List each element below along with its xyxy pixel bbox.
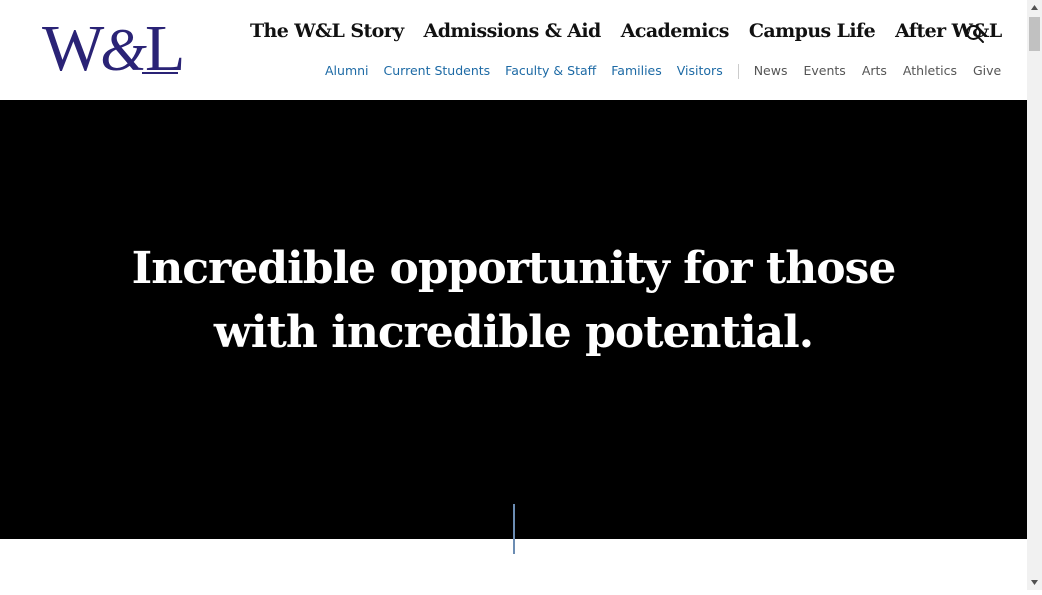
logo-underline <box>142 72 178 74</box>
secondary-nav: Alumni Current Students Faculty & Staff … <box>325 62 1001 80</box>
nav-academics[interactable]: Academics <box>621 17 730 45</box>
nav-families[interactable]: Families <box>611 62 662 80</box>
audience-nav: Alumni Current Students Faculty & Staff … <box>325 62 723 80</box>
logo-w: W <box>42 12 104 85</box>
nav-visitors[interactable]: Visitors <box>677 62 723 80</box>
nav-admissions-aid[interactable]: Admissions & Aid <box>424 17 602 45</box>
nav-give[interactable]: Give <box>973 62 1001 80</box>
nav-current-students[interactable]: Current Students <box>384 62 491 80</box>
nav-divider <box>737 63 739 79</box>
scrollbar[interactable] <box>1027 0 1042 590</box>
search-icon <box>966 25 984 43</box>
nav-news[interactable]: News <box>754 62 788 80</box>
scroll-down-button[interactable] <box>1027 575 1042 590</box>
logo-ampersand: & <box>100 17 147 83</box>
nav-campus-life[interactable]: Campus Life <box>749 17 876 45</box>
logo-l: L <box>144 12 185 85</box>
nav-arts[interactable]: Arts <box>862 62 887 80</box>
scroll-indicator-line <box>513 504 515 554</box>
site-header: W&L The W&L Story Admissions & Aid Acade… <box>0 0 1027 100</box>
nav-faculty-staff[interactable]: Faculty & Staff <box>505 62 596 80</box>
hero-line-1: Incredible opportunity for those <box>131 243 897 294</box>
primary-nav: The W&L Story Admissions & Aid Academics… <box>250 17 1022 45</box>
triangle-down-icon <box>1031 580 1038 585</box>
hero-heading: Incredible opportunity for those with in… <box>0 237 1027 365</box>
nav-the-wl-story[interactable]: The W&L Story <box>250 17 404 45</box>
scrollbar-thumb[interactable] <box>1029 17 1040 51</box>
utility-nav: News Events Arts Athletics Give <box>754 62 1002 80</box>
nav-athletics[interactable]: Athletics <box>903 62 957 80</box>
triangle-up-icon <box>1031 5 1038 10</box>
hero-line-2: with incredible potential. <box>213 307 814 358</box>
search-button[interactable] <box>963 22 987 46</box>
nav-events[interactable]: Events <box>803 62 845 80</box>
scroll-up-button[interactable] <box>1027 0 1042 15</box>
nav-alumni[interactable]: Alumni <box>325 62 369 80</box>
wl-logo[interactable]: W&L <box>42 12 185 85</box>
